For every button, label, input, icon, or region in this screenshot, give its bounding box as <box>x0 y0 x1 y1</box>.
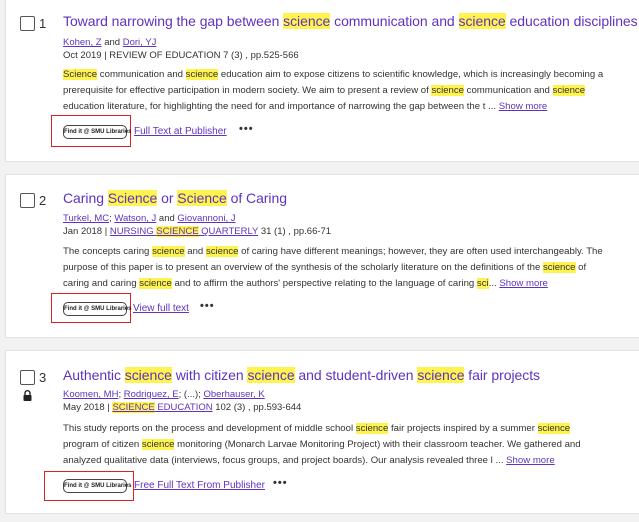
publication-meta: Jan 2018 | NURSING SCIENCE QUARTERLY 31 … <box>63 226 332 237</box>
select-checkbox[interactable] <box>20 16 35 31</box>
result-number: 1 <box>39 16 47 31</box>
authors: Turkel, MC; Watson, J and Giovannoni, J <box>63 213 236 224</box>
findit-button[interactable]: Find it @ SMU Libraries <box>63 302 132 316</box>
result-title[interactable]: Toward narrowing the gap between science… <box>63 13 638 29</box>
authors: Koomen, MH; Rodriguez, E; (...); Oberhau… <box>63 389 265 400</box>
publication-meta: Oct 2019 | REVIEW OF EDUCATION 7 (3) , p… <box>63 50 299 61</box>
journal-link[interactable]: NURSING SCIENCE QUARTERLY <box>110 226 258 237</box>
select-checkbox[interactable] <box>20 370 35 385</box>
author-link[interactable]: Oberhauser, K <box>203 389 264 400</box>
lock-icon <box>23 390 32 401</box>
select-checkbox[interactable] <box>20 193 35 208</box>
findit-button[interactable]: Find it @ SMU Libraries <box>63 125 132 139</box>
show-more-link[interactable]: Show more <box>506 455 555 466</box>
show-more-link[interactable]: Show more <box>499 278 548 289</box>
full-text-link[interactable]: Full Text at Publisher <box>134 126 227 137</box>
result-number: 2 <box>39 193 47 208</box>
publication-meta: May 2018 | SCIENCE EDUCATION 102 (3) , p… <box>63 402 302 413</box>
journal-link[interactable]: SCIENCE EDUCATION <box>112 402 213 413</box>
full-text-link[interactable]: View full text <box>133 303 189 314</box>
findit-button[interactable]: Find it @ SMU Libraries <box>63 479 132 493</box>
abstract: This study reports on the process and de… <box>63 423 581 466</box>
abstract: The concepts caring science and science … <box>63 246 603 289</box>
full-text-link[interactable]: Free Full Text From Publisher <box>134 480 265 491</box>
authors: Kohen, Z and Dori, YJ <box>63 37 157 48</box>
show-more-link[interactable]: Show more <box>499 101 548 112</box>
author-link[interactable]: Turkel, MC <box>63 213 109 224</box>
author-link[interactable]: Dori, YJ <box>123 37 157 48</box>
more-options-icon[interactable]: ••• <box>273 477 288 489</box>
result-card: 2 Caring Science or Science of Caring Tu… <box>5 174 639 338</box>
author-link[interactable]: Koomen, MH <box>63 389 118 400</box>
author-link[interactable]: Watson, J <box>114 213 156 224</box>
result-title[interactable]: Caring Science or Science of Caring <box>63 190 287 206</box>
more-options-icon[interactable]: ••• <box>200 300 215 312</box>
result-card: 3 Authentic science with citizen science… <box>5 350 639 514</box>
result-number: 3 <box>39 370 47 385</box>
more-options-icon[interactable]: ••• <box>239 123 254 135</box>
abstract: Science communication and science educat… <box>63 69 604 112</box>
author-link[interactable]: Giovannoni, J <box>177 213 235 224</box>
result-card: 1 Toward narrowing the gap between scien… <box>5 0 639 162</box>
result-title[interactable]: Authentic science with citizen science a… <box>63 367 540 383</box>
author-link[interactable]: Kohen, Z <box>63 37 102 48</box>
author-link[interactable]: Rodriguez, E <box>124 389 179 400</box>
